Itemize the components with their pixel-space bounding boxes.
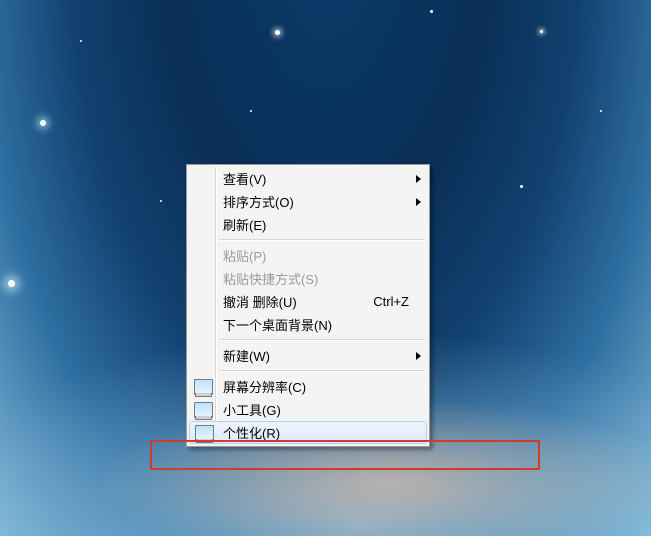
- menu-item-sort[interactable]: 排序方式(O): [189, 190, 427, 213]
- menu-item-paste: 粘贴(P): [189, 244, 427, 267]
- menu-item-refresh[interactable]: 刷新(E): [189, 213, 427, 236]
- submenu-arrow-icon: [416, 198, 421, 206]
- display-icon: [194, 402, 213, 418]
- display-icon: [195, 425, 214, 441]
- menu-separator: [219, 370, 425, 372]
- menu-item-label: 小工具(G): [223, 400, 409, 419]
- menu-item-shortcut: Ctrl+Z: [373, 294, 409, 309]
- display-icon: [194, 379, 213, 395]
- decorative-star: [600, 110, 602, 112]
- menu-item-next-bg[interactable]: 下一个桌面背景(N): [189, 313, 427, 336]
- decorative-star: [520, 185, 523, 188]
- submenu-arrow-icon: [416, 175, 421, 183]
- desktop-context-menu: 查看(V) 排序方式(O) 刷新(E) 粘贴(P) 粘贴快捷方式(S) 撤消 删除(U) C…: [186, 164, 430, 447]
- menu-separator: [219, 239, 425, 241]
- menu-item-label: 个性化(R): [223, 423, 409, 442]
- menu-item-label: 下一个桌面背景(N): [223, 315, 409, 334]
- menu-item-resolution[interactable]: 屏幕分辨率(C): [189, 375, 427, 398]
- decorative-star: [275, 30, 280, 35]
- menu-item-new[interactable]: 新建(W): [189, 344, 427, 367]
- decorative-star: [80, 40, 82, 42]
- menu-item-personalize[interactable]: 个性化(R): [189, 421, 427, 444]
- menu-item-label: 刷新(E): [223, 215, 409, 234]
- decorative-star: [540, 30, 543, 33]
- desktop-wallpaper[interactable]: 查看(V) 排序方式(O) 刷新(E) 粘贴(P) 粘贴快捷方式(S) 撤消 删除(U) C…: [0, 0, 651, 536]
- menu-item-label: 新建(W): [223, 346, 409, 365]
- menu-item-label: 排序方式(O): [223, 192, 409, 211]
- menu-item-undo-delete[interactable]: 撤消 删除(U) Ctrl+Z: [189, 290, 427, 313]
- menu-item-paste-shortcut: 粘贴快捷方式(S): [189, 267, 427, 290]
- menu-item-gadgets[interactable]: 小工具(G): [189, 398, 427, 421]
- decorative-star: [8, 280, 15, 287]
- decorative-star: [250, 110, 252, 112]
- menu-item-label: 撤消 删除(U): [223, 292, 353, 311]
- menu-item-label: 粘贴快捷方式(S): [223, 269, 409, 288]
- decorative-star: [40, 120, 46, 126]
- menu-separator: [219, 339, 425, 341]
- decorative-star: [160, 200, 162, 202]
- menu-item-view[interactable]: 查看(V): [189, 167, 427, 190]
- submenu-arrow-icon: [416, 352, 421, 360]
- decorative-star: [430, 10, 433, 13]
- menu-item-label: 屏幕分辨率(C): [223, 377, 409, 396]
- menu-item-label: 粘贴(P): [223, 246, 409, 265]
- menu-item-label: 查看(V): [223, 169, 409, 188]
